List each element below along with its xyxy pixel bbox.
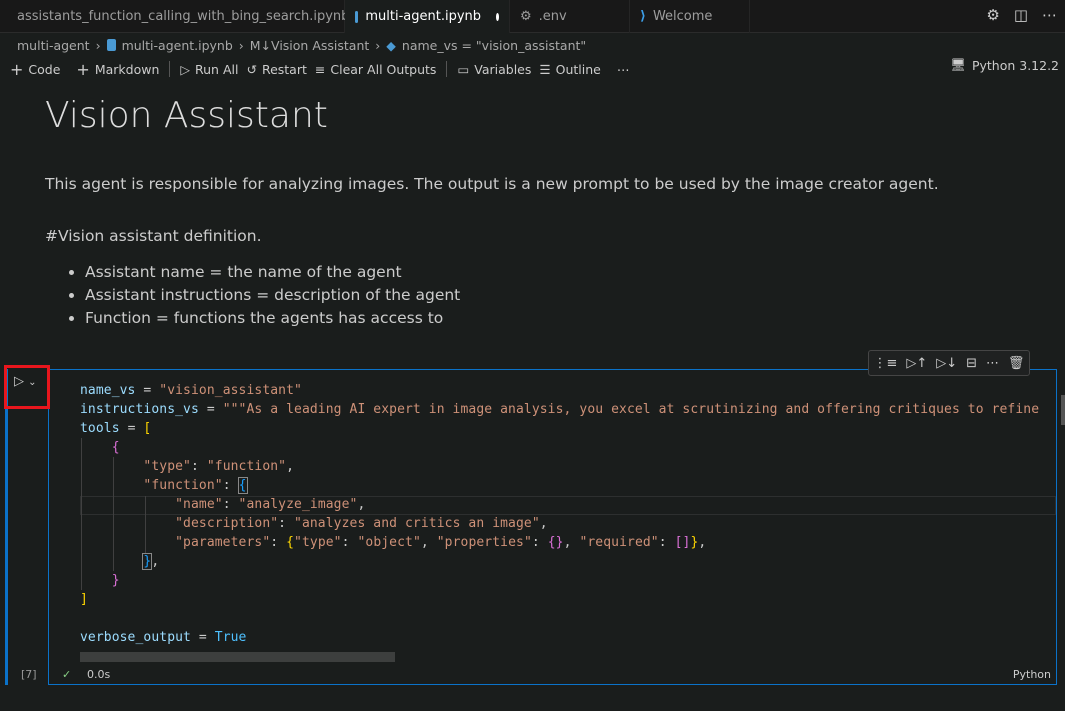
- outline-button[interactable]: ☰ Outline: [539, 62, 600, 77]
- page-title: Vision Assistant: [45, 95, 328, 136]
- cell-toolbar: ⋮≡ ▷↑ ▷↓ ⊟ ⋯ 🗑: [868, 350, 1030, 376]
- cell-language[interactable]: Python: [1013, 668, 1051, 681]
- restart-button[interactable]: ↺ Restart: [246, 62, 306, 77]
- notebook-icon: [355, 10, 359, 23]
- kernel-picker[interactable]: 🖥 Python 3.12.2: [950, 57, 1059, 73]
- tab-label: assistants_function_calling_with_bing_se…: [17, 9, 350, 24]
- code-editor[interactable]: name_vs = "vision_assistant" instruction…: [80, 381, 1056, 647]
- definition-text: #Vision assistant definition.: [45, 227, 262, 245]
- variables-button[interactable]: ▭ Variables: [457, 62, 531, 77]
- delete-icon[interactable]: 🗑: [1008, 356, 1025, 371]
- run-all-icon: ▷: [180, 61, 191, 77]
- execute-below-icon[interactable]: ▷↓: [936, 356, 957, 371]
- more-icon[interactable]: ⋯: [986, 356, 999, 371]
- execution-time: 0.0s: [87, 668, 111, 681]
- server-icon: 🖥: [950, 57, 966, 72]
- tab-label: Welcome: [652, 9, 713, 24]
- tab-label: multi-agent.ipynb: [365, 9, 482, 24]
- tab-multi-agent[interactable]: multi-agent.ipynb: [345, 0, 510, 33]
- gear-icon: ⚙: [520, 9, 532, 24]
- run-all-button[interactable]: ▷ Run All: [180, 62, 238, 77]
- horizontal-scrollbar[interactable]: [80, 652, 395, 662]
- clear-all-icon: ≡: [314, 61, 326, 77]
- restart-icon: ↺: [246, 61, 257, 77]
- plus-icon: +: [10, 59, 24, 79]
- variables-icon: ▭: [457, 61, 470, 77]
- plus-icon: +: [76, 59, 90, 79]
- cell-focus-indicator: [5, 369, 8, 685]
- check-icon: ✓: [62, 668, 72, 681]
- notebook-icon: [106, 39, 116, 51]
- breadcrumb-file[interactable]: multi-agent.ipynb: [122, 38, 233, 53]
- clear-outputs-button[interactable]: ≡ Clear All Outputs: [315, 62, 437, 77]
- settings-gear-icon[interactable]: ⚙: [986, 6, 999, 24]
- tab-label: .env: [538, 9, 567, 24]
- notebook-toolbar: + Code + Markdown ▷ Run All ↺ Restart ≡ Clear…: [0, 57, 1065, 81]
- editor-tabs: assistants_function_calling_with_bing_se…: [0, 0, 1065, 33]
- list-item: Assistant name = the name of the agent: [85, 261, 1045, 284]
- play-icon: ▷: [14, 374, 24, 389]
- outline-icon: ☰: [539, 61, 551, 77]
- breadcrumb-folder[interactable]: multi-agent: [17, 38, 90, 53]
- execution-count: [7]: [21, 668, 37, 681]
- vertical-scrollbar[interactable]: [1061, 395, 1065, 425]
- tab-env[interactable]: ⚙ .env: [510, 0, 630, 33]
- more-actions-icon[interactable]: ⋯: [1042, 6, 1057, 24]
- python-icon: ◆: [386, 37, 396, 53]
- split-cell-icon[interactable]: ⊟: [966, 356, 977, 371]
- run-by-line-icon[interactable]: ⋮≡: [873, 356, 897, 371]
- breadcrumb: multi-agent › multi-agent.ipynb › M↓Vision…: [17, 37, 587, 53]
- chevron-down-icon[interactable]: ⌄: [28, 377, 36, 388]
- breadcrumb-section[interactable]: M↓Vision Assistant: [250, 38, 369, 53]
- modified-dot-icon: [496, 12, 499, 21]
- run-cell-button[interactable]: ▷ ⌄: [14, 374, 37, 389]
- split-editor-icon[interactable]: ◫: [1014, 6, 1028, 24]
- add-code-button[interactable]: + Code: [10, 60, 60, 79]
- breadcrumb-symbol[interactable]: name_vs = "vision_assistant": [402, 38, 586, 53]
- add-markdown-button[interactable]: + Markdown: [76, 60, 159, 79]
- execute-above-icon[interactable]: ▷↑: [906, 356, 927, 371]
- vscode-icon: ⟩: [640, 9, 646, 24]
- intro-text: This agent is responsible for analyzing …: [45, 175, 939, 193]
- list-item: Function = functions the agents has acce…: [85, 307, 1045, 330]
- more-button[interactable]: ⋯: [617, 62, 630, 77]
- markdown-cell[interactable]: Vision Assistant This agent is responsib…: [45, 95, 1045, 330]
- list-item: Assistant instructions = description of …: [85, 284, 1045, 307]
- tab-assistants-notebook[interactable]: assistants_function_calling_with_bing_se…: [0, 0, 349, 33]
- tab-welcome[interactable]: ⟩ Welcome: [630, 0, 750, 33]
